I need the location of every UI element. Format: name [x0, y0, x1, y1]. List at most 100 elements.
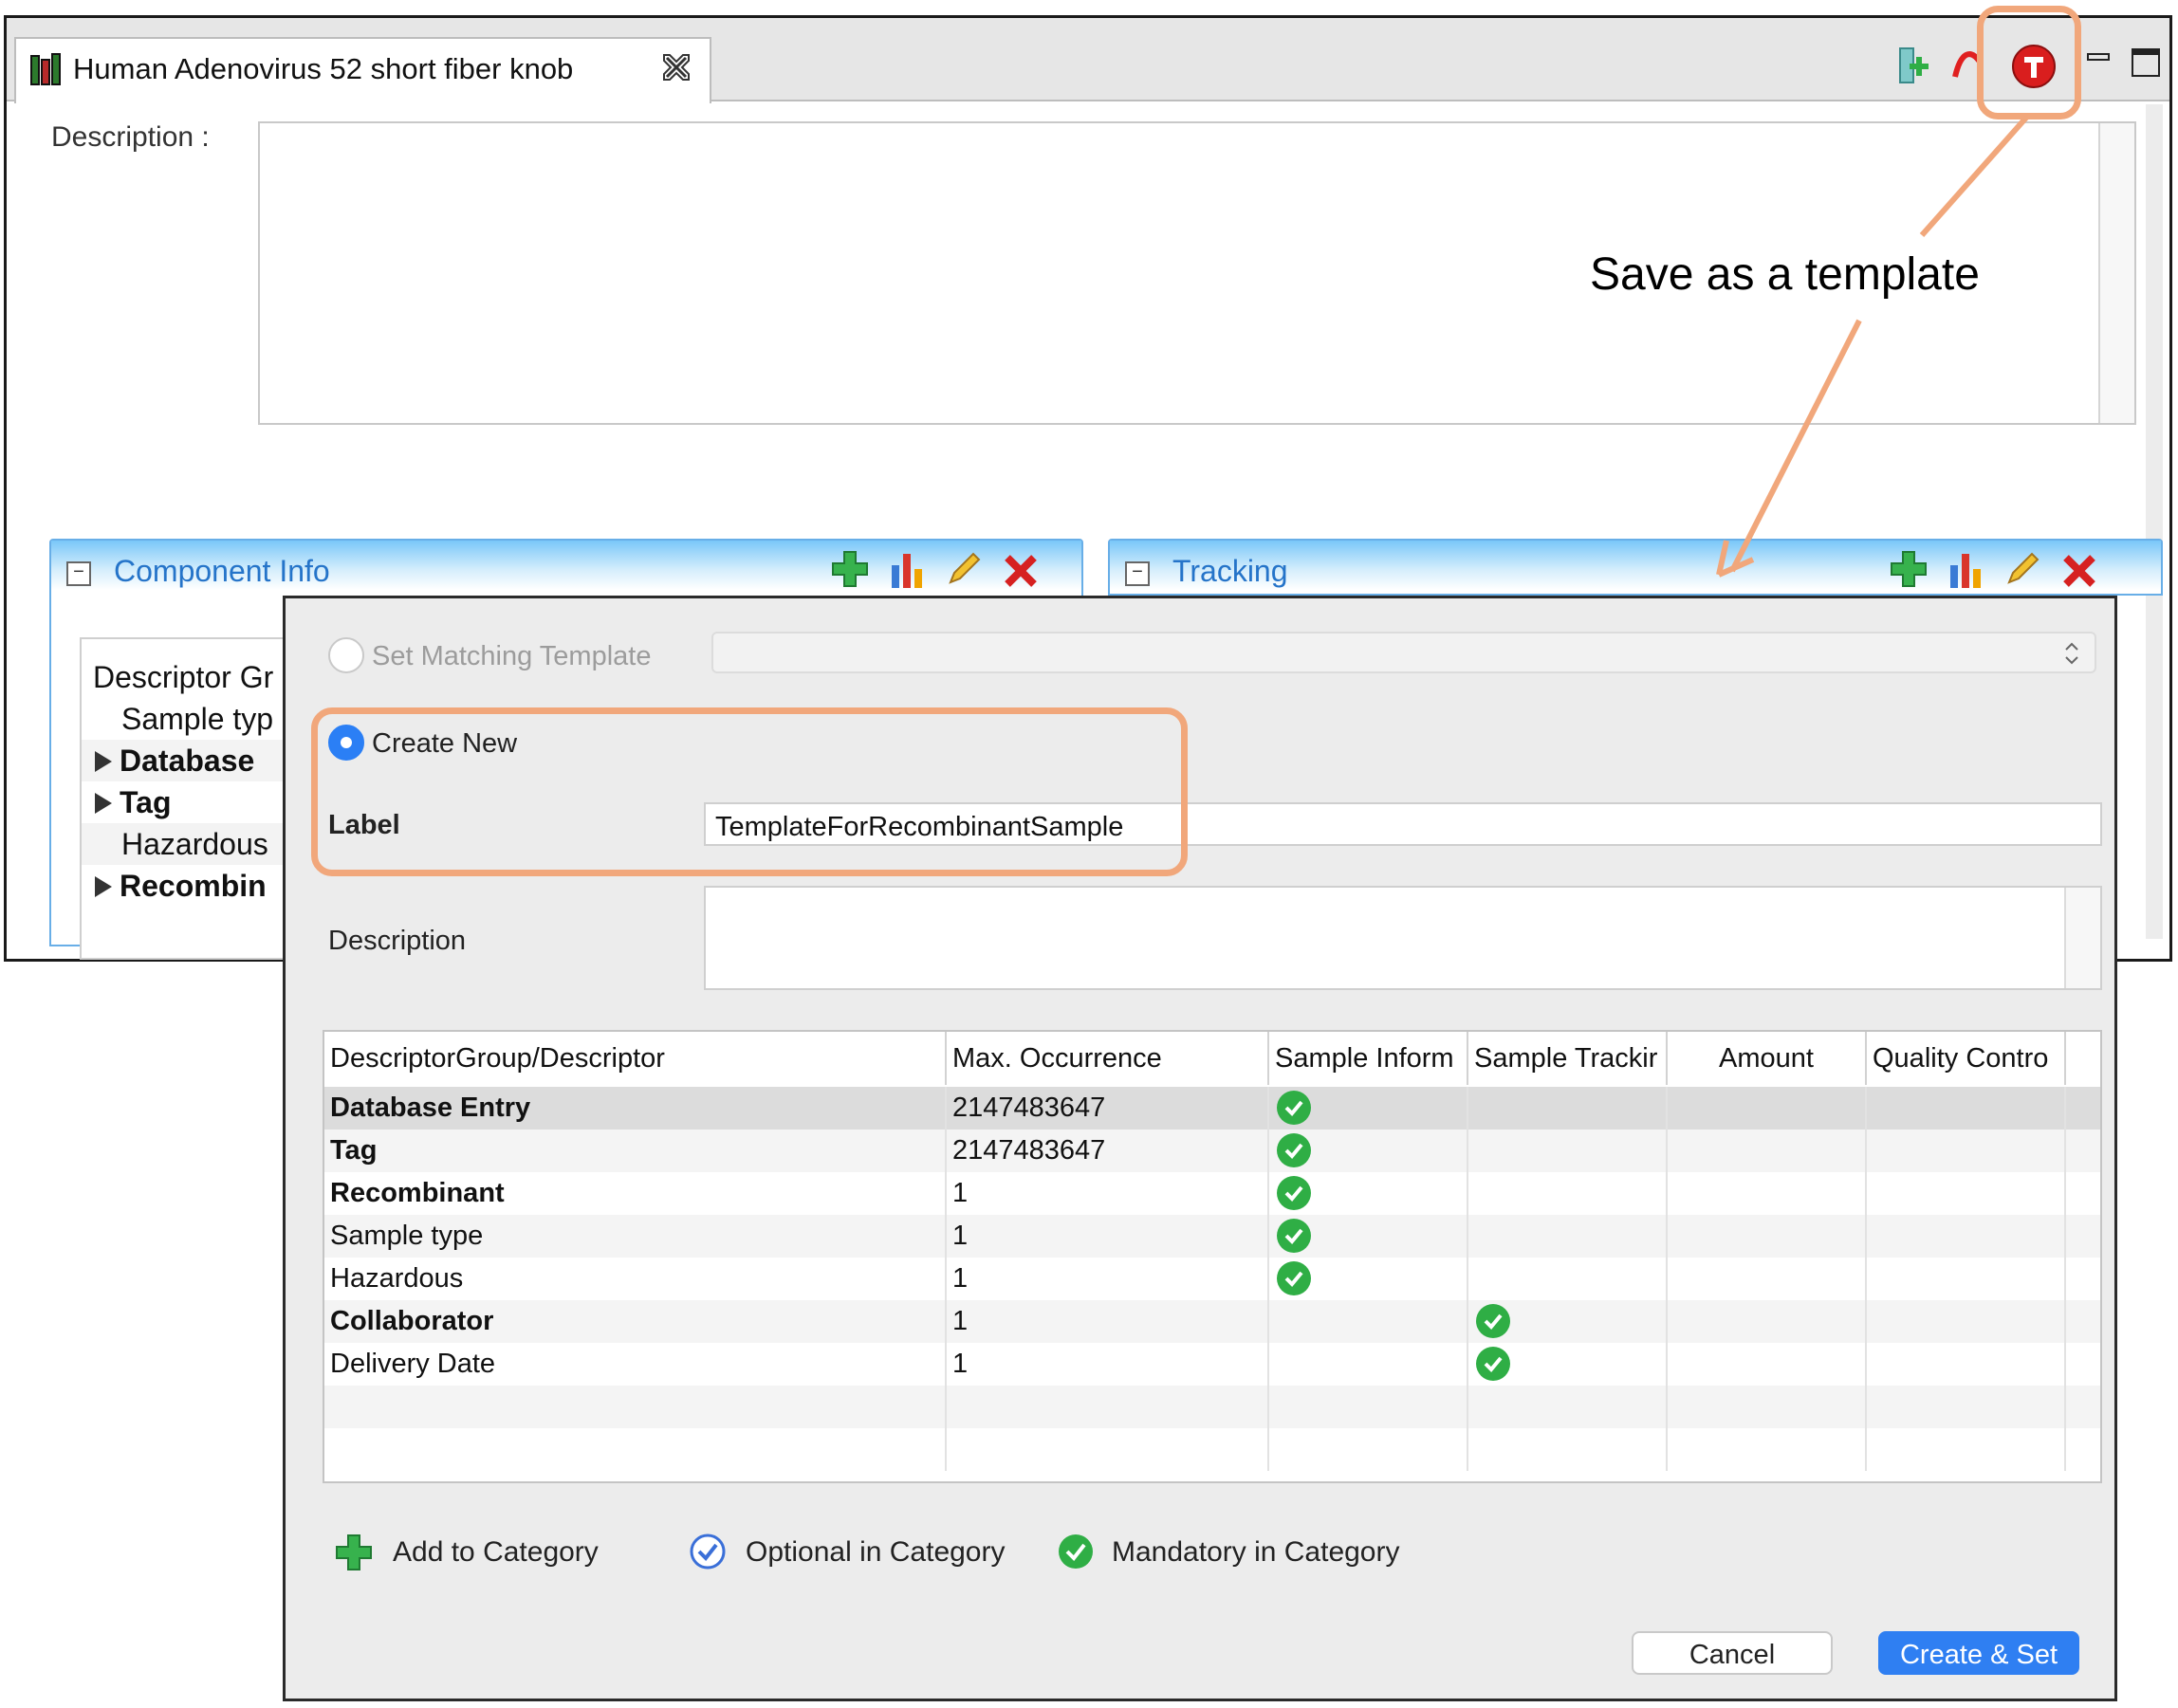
- legend-optional-label: Optional in Category: [746, 1536, 1006, 1568]
- category-cell: [1867, 1300, 2066, 1343]
- category-cell: [2066, 1129, 2100, 1172]
- mandatory-check-icon[interactable]: [1277, 1219, 1311, 1253]
- max-occurrence-cell: 1: [947, 1215, 1269, 1258]
- category-cell: [1468, 1172, 1668, 1215]
- category-cell: [2066, 1300, 2100, 1343]
- descriptor-cell: Collaborator: [324, 1300, 947, 1343]
- descriptor-cell: Delivery Date: [324, 1343, 947, 1386]
- max-occurrence-cell: 1: [947, 1300, 1269, 1343]
- table-row[interactable]: Sample type 1: [324, 1215, 2100, 1258]
- category-cell: [324, 1428, 947, 1471]
- select-arrows-icon: [2062, 639, 2081, 668]
- category-cell: [1668, 1300, 1867, 1343]
- category-cell: [1867, 1172, 2066, 1215]
- table-row[interactable]: Delivery Date 1: [324, 1343, 2100, 1386]
- table-row[interactable]: Recombinant 1: [324, 1172, 2100, 1215]
- max-occurrence-cell: 1: [947, 1172, 1269, 1215]
- mandatory-check-icon[interactable]: [1277, 1261, 1311, 1295]
- category-cell: [1468, 1129, 1668, 1172]
- category-cell: [1468, 1428, 1668, 1471]
- column-header[interactable]: Sample Trackir: [1468, 1032, 1668, 1085]
- category-cell: [1468, 1215, 1668, 1258]
- set-matching-template-radio[interactable]: [328, 637, 364, 673]
- dialog-description-scrollbar[interactable]: [2064, 888, 2100, 988]
- legend-mandatory-label: Mandatory in Category: [1112, 1536, 1400, 1568]
- descriptor-cell: Recombinant: [324, 1172, 947, 1215]
- category-cell: [1668, 1172, 1867, 1215]
- mandatory-check-icon[interactable]: [1277, 1133, 1311, 1167]
- max-occurrence-cell: 2147483647: [947, 1129, 1269, 1172]
- descriptor-cell: Tag: [324, 1129, 947, 1172]
- category-cell: [1668, 1129, 1867, 1172]
- optional-check-icon: [689, 1533, 727, 1570]
- cancel-button[interactable]: Cancel: [1632, 1631, 1833, 1675]
- category-cell: [2066, 1343, 2100, 1386]
- table-row-empty: [324, 1428, 2100, 1471]
- category-cell: [1269, 1386, 1468, 1428]
- column-header[interactable]: Sample Inform: [1269, 1032, 1468, 1085]
- table-row[interactable]: Database Entry 2147483647: [324, 1087, 2100, 1129]
- max-occurrence-cell: 2147483647: [947, 1087, 1269, 1129]
- table-row[interactable]: Tag 2147483647: [324, 1129, 2100, 1172]
- dialog-description-input[interactable]: [704, 886, 2102, 990]
- category-cell[interactable]: [1468, 1300, 1668, 1343]
- column-header[interactable]: DescriptorGroup/Descriptor: [324, 1032, 947, 1085]
- category-cell[interactable]: [1269, 1258, 1468, 1300]
- category-cell: [1867, 1087, 2066, 1129]
- category-cell: [2066, 1386, 2100, 1428]
- table-row[interactable]: Collaborator 1: [324, 1300, 2100, 1343]
- category-cell: [1468, 1258, 1668, 1300]
- category-cell: [1668, 1386, 1867, 1428]
- category-cell: [2066, 1258, 2100, 1300]
- category-cell: [947, 1428, 1269, 1471]
- category-cell: [1269, 1300, 1468, 1343]
- category-cell: [1668, 1087, 1867, 1129]
- category-cell: [1668, 1428, 1867, 1471]
- category-cell[interactable]: [1269, 1215, 1468, 1258]
- category-cell: [1468, 1087, 1668, 1129]
- category-cell: [1867, 1343, 2066, 1386]
- category-cell[interactable]: [1269, 1172, 1468, 1215]
- category-cell: [1269, 1343, 1468, 1386]
- category-cell: [1668, 1215, 1867, 1258]
- category-cell: [1269, 1428, 1468, 1471]
- column-header[interactable]: Quality Contro: [1867, 1032, 2066, 1085]
- mandatory-check-icon[interactable]: [1476, 1304, 1510, 1338]
- legend-add-label: Add to Category: [393, 1536, 599, 1568]
- category-cell[interactable]: [1269, 1129, 1468, 1172]
- create-and-set-button[interactable]: Create & Set: [1878, 1631, 2079, 1675]
- category-cell: [1867, 1386, 2066, 1428]
- mandatory-check-icon[interactable]: [1476, 1347, 1510, 1381]
- category-cell: [1468, 1386, 1668, 1428]
- table-row[interactable]: Hazardous 1: [324, 1258, 2100, 1300]
- category-cell: [1867, 1428, 2066, 1471]
- mandatory-check-icon[interactable]: [1277, 1091, 1311, 1125]
- category-cell[interactable]: [1468, 1343, 1668, 1386]
- category-cell: [2066, 1087, 2100, 1129]
- dialog-description-label: Description: [328, 926, 467, 956]
- mandatory-check-icon[interactable]: [1277, 1176, 1311, 1210]
- category-cell: [2066, 1428, 2100, 1471]
- category-cell[interactable]: [1269, 1087, 1468, 1129]
- category-cell: [1867, 1129, 2066, 1172]
- column-header-filler: [2066, 1032, 2100, 1085]
- add-to-category-icon: [334, 1533, 374, 1572]
- category-cell: [1867, 1215, 2066, 1258]
- category-cell: [947, 1386, 1269, 1428]
- mandatory-check-icon: [1057, 1533, 1095, 1570]
- category-cell: [1867, 1258, 2066, 1300]
- descriptor-category-table: DescriptorGroup/Descriptor Max. Occurren…: [323, 1030, 2102, 1483]
- descriptor-cell: Database Entry: [324, 1087, 947, 1129]
- column-header[interactable]: Amount: [1668, 1032, 1867, 1085]
- category-cell: [2066, 1172, 2100, 1215]
- table-row-empty: [324, 1386, 2100, 1428]
- category-cell: [324, 1386, 947, 1428]
- descriptor-cell: Sample type: [324, 1215, 947, 1258]
- column-header[interactable]: Max. Occurrence: [947, 1032, 1269, 1085]
- descriptor-cell: Hazardous: [324, 1258, 947, 1300]
- create-new-highlight: [311, 707, 1188, 876]
- matching-template-select[interactable]: [711, 632, 2096, 673]
- max-occurrence-cell: 1: [947, 1258, 1269, 1300]
- category-cell: [2066, 1215, 2100, 1258]
- max-occurrence-cell: 1: [947, 1343, 1269, 1386]
